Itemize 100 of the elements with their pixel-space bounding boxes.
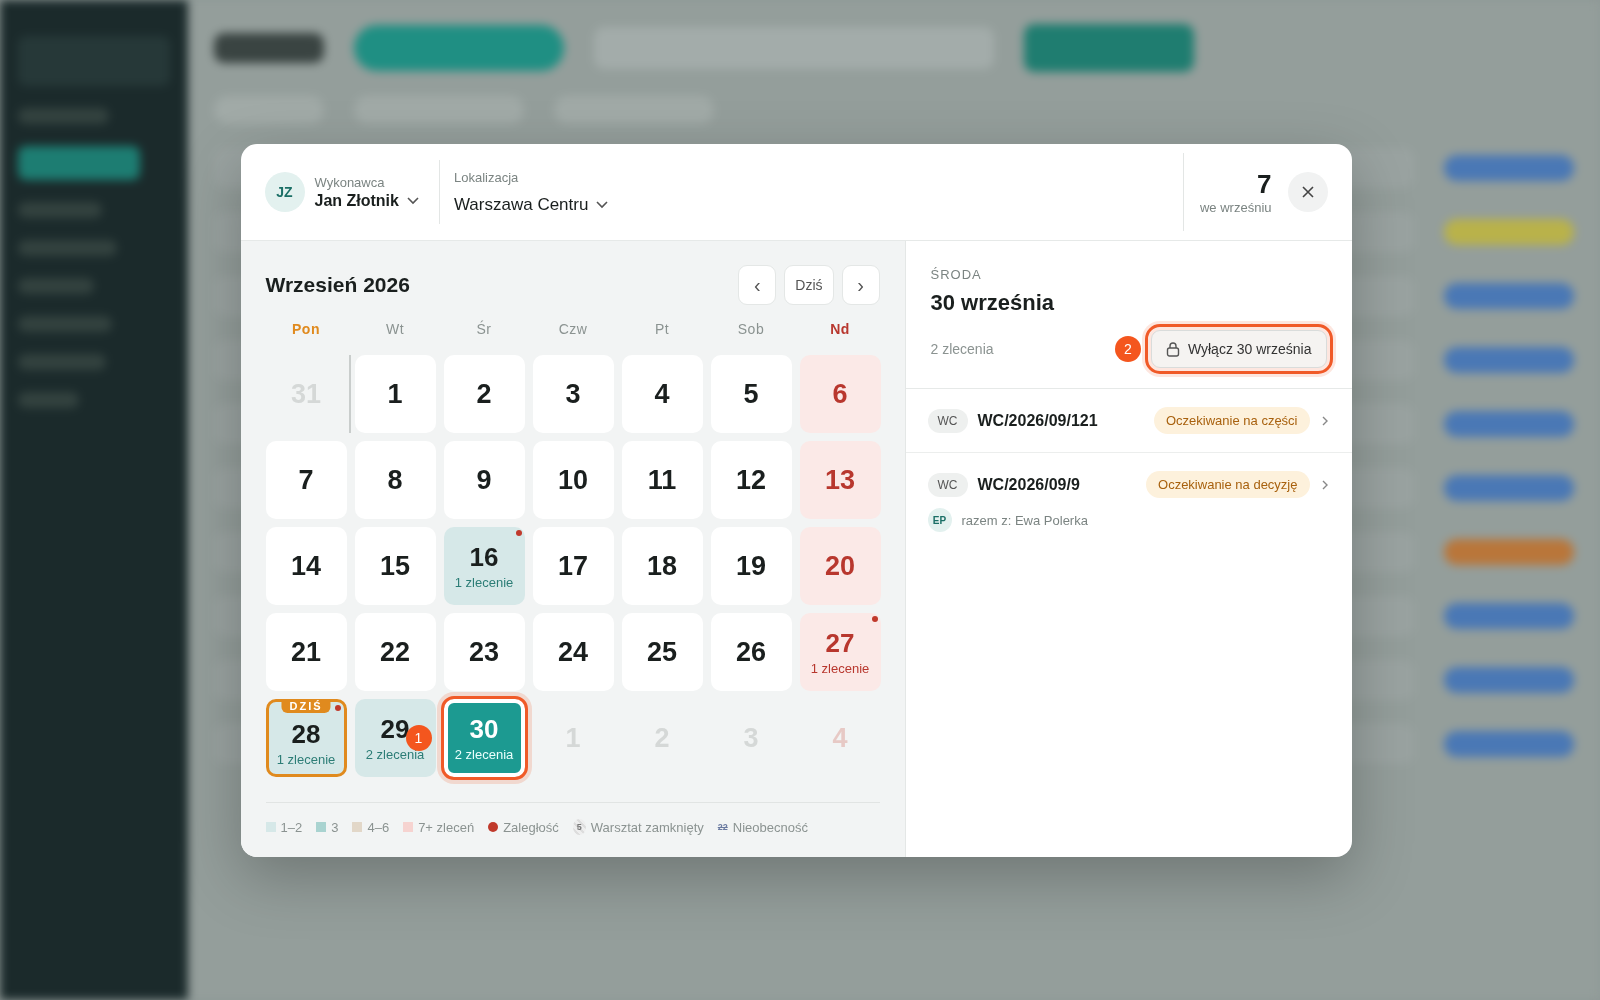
- coworker-avatar: EP: [927, 508, 952, 532]
- day-number: 1: [387, 378, 403, 410]
- day-number: 12: [735, 464, 766, 496]
- closed-sample: 5: [572, 819, 586, 835]
- calendar-day[interactable]: 11: [621, 441, 703, 519]
- day-number: 22: [379, 636, 410, 668]
- coworker-text: razem z: Ewa Polerka: [961, 512, 1088, 528]
- status-badge: Oczekiwanie na części: [1154, 407, 1310, 434]
- calendar-day[interactable]: 5: [710, 355, 792, 433]
- calendar-day[interactable]: 23: [443, 613, 525, 691]
- legend-label: Warsztat zamknięty: [590, 819, 704, 835]
- calendar-day[interactable]: 20: [799, 527, 881, 605]
- order-count: 1 zlecenie: [810, 661, 870, 676]
- day-number: 3: [565, 378, 581, 410]
- performer-picker[interactable]: Jan Złotnik: [314, 191, 419, 210]
- day-number: 13: [824, 464, 855, 496]
- next-month-button[interactable]: ›: [841, 265, 880, 305]
- calendar-day[interactable]: 27 1 zlecenie: [799, 613, 881, 691]
- weekday-label: Pon: [291, 321, 321, 339]
- legend-label: 4–6: [367, 819, 390, 835]
- weekday-label: Śr: [475, 321, 493, 339]
- day-number: 25: [646, 636, 677, 668]
- day-number: 26: [735, 636, 766, 668]
- month-count-caption: we wrześniu: [1199, 200, 1272, 215]
- legend-label: 7+ zleceń: [418, 819, 475, 835]
- day-number: 7: [298, 464, 314, 496]
- day-number: 20: [824, 550, 855, 582]
- calendar-day[interactable]: 12: [710, 441, 792, 519]
- status-badge: Oczekiwanie na decyzję: [1146, 471, 1310, 498]
- day-number: 5: [743, 378, 759, 410]
- month-title: Wrzesień 2026: [265, 273, 410, 297]
- chevron-down-icon: [596, 200, 609, 209]
- day-title: 30 września: [930, 290, 1055, 316]
- weekday-caption: ŚRODA: [930, 267, 983, 282]
- calendar-day[interactable]: 6: [799, 355, 881, 433]
- day-number: 21: [290, 636, 321, 668]
- legend-label: Zaległość: [503, 819, 559, 835]
- weekday-label: Nd: [829, 321, 851, 339]
- order-row[interactable]: WC WC/2026/09/121 Oczekiwanie na części: [905, 389, 1352, 453]
- calendar-day[interactable]: 16 1 zlecenie: [443, 527, 525, 605]
- day-number: 6: [832, 378, 848, 410]
- calendar-day[interactable]: 7: [265, 441, 347, 519]
- performer-label: Wykonawca: [314, 174, 386, 190]
- calendar-day[interactable]: 26: [710, 613, 792, 691]
- day-order-count: 2 zlecenia: [930, 341, 995, 357]
- calendar-day[interactable]: 15: [354, 527, 436, 605]
- calendar-day[interactable]: DZIŚ 28 1 zlecenie: [265, 699, 347, 777]
- legend-label: 3: [331, 819, 339, 835]
- order-row[interactable]: WC WC/2026/09/9 Oczekiwanie na decyzję EP razem z: Ewa Polerka: [905, 453, 1352, 550]
- calendar-day[interactable]: 13: [799, 441, 881, 519]
- order-count: 1 zlecenie: [276, 752, 336, 767]
- day-number: 9: [476, 464, 492, 496]
- day-number: 4: [654, 378, 670, 410]
- calendar-day[interactable]: 18: [621, 527, 703, 605]
- day-number: 23: [468, 636, 499, 668]
- legend-label: Nieobecność: [732, 819, 808, 835]
- calendar-day[interactable]: 9: [443, 441, 525, 519]
- weekday-label: Wt: [384, 321, 406, 339]
- order-count: 1 zlecenie: [454, 575, 514, 590]
- calendar-day[interactable]: 17: [532, 527, 614, 605]
- order-number: WC/2026/09/9: [977, 475, 1081, 494]
- close-button[interactable]: [1287, 172, 1328, 212]
- legend-label: 1–2: [280, 819, 303, 835]
- order-number: WC/2026/09/121: [977, 411, 1099, 430]
- weekday-label: Pt: [653, 321, 671, 339]
- day-number: 24: [557, 636, 588, 668]
- location-label: Lokalizacja: [453, 169, 520, 185]
- calendar-day[interactable]: 14: [265, 527, 347, 605]
- day-number: 17: [557, 550, 588, 582]
- weekday-label: Czw: [557, 321, 589, 339]
- calendar-day[interactable]: 21: [265, 613, 347, 691]
- calendar-day[interactable]: 24: [532, 613, 614, 691]
- day-number: 16: [469, 542, 499, 573]
- calendar-day[interactable]: 22: [354, 613, 436, 691]
- day-number: 28: [291, 719, 321, 750]
- previous-month-button[interactable]: ‹: [738, 265, 777, 305]
- day-number: 10: [557, 464, 588, 496]
- close-icon: [1301, 186, 1314, 198]
- location-picker[interactable]: Warszawa Centru: [453, 194, 609, 215]
- calendar-day[interactable]: 25: [621, 613, 703, 691]
- day-number: 18: [646, 550, 677, 582]
- month-count: 7: [1257, 169, 1272, 200]
- chevron-down-icon: [406, 196, 419, 205]
- order-prefix: WC: [927, 408, 968, 433]
- performer-avatar: JZ: [264, 172, 305, 212]
- calendar-day[interactable]: 8: [354, 441, 436, 519]
- day-number: 19: [735, 550, 766, 582]
- today-tag: DZIŚ: [281, 699, 331, 713]
- calendar-day[interactable]: 2: [443, 355, 525, 433]
- day-number: 8: [387, 464, 403, 496]
- step-marker: 2: [1114, 336, 1141, 362]
- calendar-day[interactable]: 3: [532, 355, 614, 433]
- weekday-label: Sob: [736, 321, 766, 339]
- calendar-day[interactable]: 10: [532, 441, 614, 519]
- order-prefix: WC: [927, 472, 968, 497]
- order-count: 2 zlecenia: [454, 747, 514, 762]
- calendar-day[interactable]: 4: [621, 355, 703, 433]
- today-button[interactable]: Dziś: [784, 265, 834, 305]
- day-number: 15: [379, 550, 410, 582]
- calendar-day[interactable]: 19: [710, 527, 792, 605]
